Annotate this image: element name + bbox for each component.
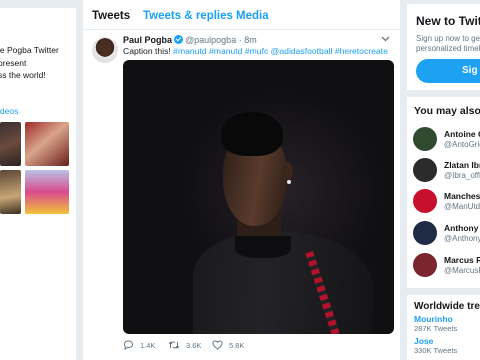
trend-count: 330K Tweets <box>414 346 458 355</box>
suggested-account-name[interactable]: Zlatan Ibra <box>444 160 480 170</box>
avatar[interactable] <box>413 189 437 213</box>
avatar[interactable] <box>413 127 437 151</box>
suggested-account-name[interactable]: Antoine G <box>444 129 480 139</box>
suggested-account-handle: @ManUtd <box>444 202 480 211</box>
media-thumbnail[interactable] <box>0 170 21 214</box>
suggested-account-name[interactable]: Anthony M <box>444 223 480 233</box>
who-to-follow-card: You may also l Antoine G @AntoGrie Zlata… <box>407 97 480 288</box>
avatar[interactable] <box>413 253 437 277</box>
profile-bio-line-1: le Pogba Twitter <box>0 45 59 55</box>
right-sidebar: New to Twitt Sign up now to get personal… <box>407 0 480 360</box>
tab-tweets-replies[interactable]: Tweets & replies <box>143 10 233 22</box>
trends-title: Worldwide tre <box>414 301 480 312</box>
media-thumbnail[interactable] <box>25 170 69 214</box>
profile-card-top-gap <box>0 0 76 8</box>
tweet-header: Paul Pogba @paulpogba · 8m <box>123 35 257 45</box>
retweet-icon <box>168 340 180 352</box>
tweet-photo[interactable] <box>123 60 394 334</box>
trends-card: Worldwide tre Mourinho 287K Tweets Jose … <box>407 295 480 360</box>
suggested-account-name[interactable]: Manchest <box>444 191 480 201</box>
suggested-account[interactable]: Anthony M @AnthonyM <box>413 221 480 251</box>
media-thumbnail[interactable] <box>0 122 21 166</box>
suggested-account[interactable]: Manchest @ManUtd <box>413 189 480 219</box>
tweet-author-handle[interactable]: @paulpogba <box>185 35 236 45</box>
suggested-account-handle: @Ibra_offic <box>444 171 480 180</box>
like-count: 5.8K <box>229 341 245 350</box>
signup-card: New to Twitt Sign up now to get personal… <box>407 4 480 90</box>
retweet-count: 3.6K <box>186 341 202 350</box>
timeline: Tweets Tweets & replies Media Paul Pogba… <box>83 0 400 360</box>
hashtag-link[interactable]: #manutd <box>209 46 242 56</box>
heart-icon <box>212 340 223 352</box>
tweet-separator: · <box>238 35 242 45</box>
tweet-text-prefix: Caption this! <box>123 46 171 56</box>
signup-button[interactable]: Sig <box>416 59 480 83</box>
tab-tweets[interactable]: Tweets <box>92 10 130 22</box>
photos-videos-link[interactable]: ideos <box>0 106 18 116</box>
who-to-follow-title: You may also l <box>414 105 480 117</box>
trend-count: 287K Tweets <box>414 324 458 333</box>
timeline-tabs: Tweets Tweets & replies Media <box>83 0 400 30</box>
reply-button[interactable]: 1.4K <box>123 340 155 352</box>
reply-icon <box>123 340 134 352</box>
verified-badge-icon <box>174 35 184 44</box>
tweet-author-avatar[interactable] <box>92 37 118 63</box>
hashtag-link[interactable]: #heretocreate <box>335 46 388 56</box>
suggested-account[interactable]: Antoine G @AntoGrie <box>413 127 480 157</box>
avatar[interactable] <box>413 221 437 245</box>
signup-line-2: personalized timelin <box>416 44 480 53</box>
reply-count: 1.4K <box>140 341 156 350</box>
suggested-account[interactable]: Zlatan Ibra @Ibra_offic <box>413 158 480 188</box>
trend-item[interactable]: Jose <box>414 336 433 346</box>
retweet-button[interactable]: 3.6K <box>168 340 201 352</box>
mention-link[interactable]: @adidasfootball <box>271 46 333 56</box>
avatar[interactable] <box>413 158 437 182</box>
media-thumbnail[interactable] <box>25 122 69 166</box>
profile-bio-line-3: ss the world! <box>0 70 46 80</box>
profile-card: le Pogba Twitter present ss the world! i… <box>0 0 76 360</box>
chevron-down-icon[interactable] <box>381 34 390 44</box>
tweet-timestamp[interactable]: 8m <box>244 35 257 45</box>
tweet[interactable]: Paul Pogba @paulpogba · 8m Caption this! … <box>83 31 400 360</box>
suggested-account-handle: @MarcusR <box>444 266 480 275</box>
trend-item[interactable]: Mourinho <box>414 314 453 324</box>
tab-media[interactable]: Media <box>236 10 269 22</box>
suggested-account-name[interactable]: Marcus Ra <box>444 255 480 265</box>
tweet-actions: 1.4K 3.6K 5.8K <box>123 340 393 354</box>
profile-bio: le Pogba Twitter present ss the world! <box>0 44 59 82</box>
hashtag-link[interactable]: #mufc <box>245 46 268 56</box>
suggested-account-handle: @AnthonyM <box>444 234 480 243</box>
suggested-account-handle: @AntoGrie <box>444 140 480 149</box>
signup-title: New to Twitt <box>416 14 480 28</box>
like-button[interactable]: 5.8K <box>212 340 244 352</box>
suggested-account[interactable]: Marcus Ra @MarcusR <box>413 253 480 283</box>
profile-bio-line-2: present <box>0 57 27 68</box>
tweet-text: Caption this! #manutd #manutd #mufc @adi… <box>123 46 388 56</box>
tweet-author-name[interactable]: Paul Pogba <box>123 35 172 45</box>
hashtag-link[interactable]: #manutd <box>173 46 206 56</box>
signup-line-1: Sign up now to get <box>416 34 480 43</box>
